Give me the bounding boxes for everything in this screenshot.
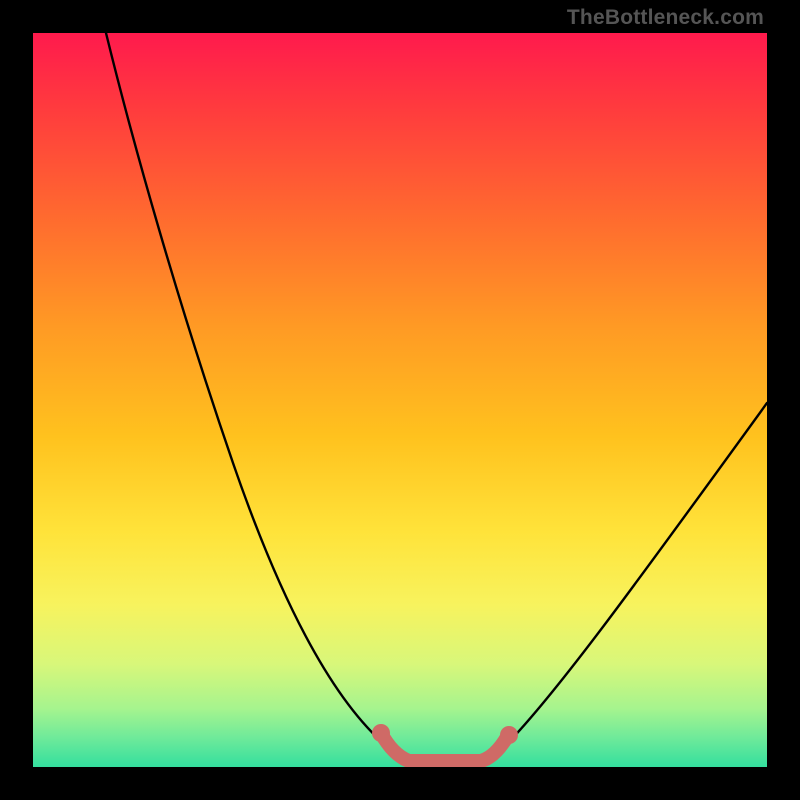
optimal-region-marker [381,733,507,761]
plot-area [33,33,767,767]
bottleneck-curve [106,33,767,763]
curve-layer [33,33,767,767]
marker-dot-left [372,724,390,742]
marker-dot-right [500,726,518,744]
watermark-text: TheBottleneck.com [567,6,764,30]
chart-stage: TheBottleneck.com [0,0,800,800]
